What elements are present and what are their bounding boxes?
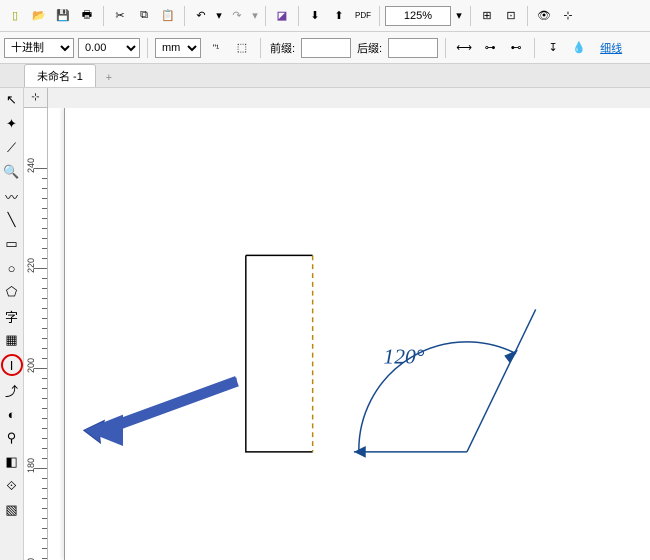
tab-untitled[interactable]: 未命名 -1 <box>24 64 96 87</box>
separator <box>184 6 185 26</box>
separator <box>103 6 104 26</box>
eyedropper-tool[interactable]: ⚲ <box>2 428 22 448</box>
drawing-content: 120° <box>48 108 650 560</box>
dim-tool3-icon[interactable]: ⊷ <box>505 37 527 59</box>
line-tool[interactable]: ╲ <box>2 210 22 230</box>
canvas-area: ⊹ 280260240220200180 240220200180160 <box>24 88 650 560</box>
dim-tool1-icon[interactable]: ⟷ <box>453 37 475 59</box>
shape-tool[interactable]: ✦ <box>2 114 22 134</box>
fill-tool[interactable]: ◧ <box>2 452 22 472</box>
separator <box>147 38 148 58</box>
thin-line-link[interactable]: 细线 <box>600 40 622 56</box>
drawing-canvas[interactable]: 120° <box>48 108 650 560</box>
snap2-icon[interactable]: ⊡ <box>500 5 522 27</box>
dim-tool2-icon[interactable]: ⊶ <box>479 37 501 59</box>
number-format-select[interactable]: 十进制 <box>4 38 74 58</box>
zoom-level-input[interactable] <box>385 6 451 26</box>
separator <box>298 6 299 26</box>
zoom-dropdown-icon[interactable]: ▾ <box>453 5 465 27</box>
copy-icon[interactable]: ⧉ <box>133 5 155 27</box>
print-icon[interactable]: 🖶 <box>76 5 98 27</box>
save-icon[interactable]: 💾 <box>52 5 74 27</box>
pdf-icon[interactable]: PDF <box>352 5 374 27</box>
redo-dropdown-icon[interactable]: ▾ <box>250 5 260 27</box>
text-tool[interactable]: 字 <box>2 306 22 326</box>
crop-tool[interactable]: ⟋ <box>2 138 22 158</box>
suffix-input[interactable] <box>388 38 438 58</box>
page-edge <box>64 108 66 560</box>
new-file-icon[interactable]: ▯ <box>4 5 26 27</box>
tab-label: 未命名 -1 <box>37 71 83 83</box>
separator <box>379 6 380 26</box>
add-tab-button[interactable]: + <box>100 69 118 87</box>
vertical-ruler[interactable]: 240220200180160 <box>24 108 48 560</box>
pick-tool[interactable]: ↖ <box>2 90 22 110</box>
import-icon[interactable]: ⬇ <box>304 5 326 27</box>
table-tool[interactable]: ▦ <box>2 330 22 350</box>
ellipse-tool[interactable]: ○ <box>2 258 22 278</box>
workspace: ↖ ✦ ⟋ 🔍 〰 ╲ ▭ ○ ⬠ 字 ▦ I ⤴ ◐ ⚲ ◧ ⟐ ▧ ⊹ 28… <box>0 88 650 560</box>
freehand-tool[interactable]: 〰 <box>2 186 22 206</box>
connector-tool[interactable]: ⤴ <box>2 380 22 400</box>
separator <box>445 38 446 58</box>
open-file-icon[interactable]: 📂 <box>28 5 50 27</box>
snap-icon[interactable]: ⊞ <box>476 5 498 27</box>
zoom-tool[interactable]: 🔍 <box>2 162 22 182</box>
separator <box>527 6 528 26</box>
angle-value: 120° <box>383 344 424 368</box>
export-icon[interactable]: ⬆ <box>328 5 350 27</box>
precision-select[interactable]: 0.00 <box>78 38 140 58</box>
main-toolbar: ▯ 📂 💾 🖶 ✂ ⧉ 📋 ↶ ▾ ↷ ▾ ◪ ⬇ ⬆ PDF ▾ ⊞ ⊡ 👁 … <box>0 0 650 32</box>
undo-icon[interactable]: ↶ <box>190 5 212 27</box>
transparency-tool[interactable]: ▧ <box>2 500 22 520</box>
suffix-label: 后缀: <box>357 40 382 56</box>
drop-icon[interactable]: 💧 <box>568 37 590 59</box>
polygon-tool[interactable]: ⬠ <box>2 282 22 302</box>
dimension-tool[interactable]: I <box>1 354 23 376</box>
interactive-tool[interactable]: ⟐ <box>2 476 22 496</box>
ruler-origin[interactable]: ⊹ <box>24 88 48 108</box>
prefix-input[interactable] <box>301 38 351 58</box>
paste-icon[interactable]: 📋 <box>157 5 179 27</box>
cut-icon[interactable]: ✂ <box>109 5 131 27</box>
leader-icon[interactable]: ↧ <box>542 37 564 59</box>
document-tab-bar: 未命名 -1 + <box>0 64 650 88</box>
show-units-icon[interactable]: "¹ <box>205 37 227 59</box>
separator <box>260 38 261 58</box>
app-icon[interactable]: ◪ <box>271 5 293 27</box>
separator <box>470 6 471 26</box>
separator <box>534 38 535 58</box>
separator <box>265 6 266 26</box>
dim-style-icon[interactable]: ⬚ <box>231 37 253 59</box>
view-icon[interactable]: 👁 <box>533 5 555 27</box>
redo-icon[interactable]: ↷ <box>226 5 248 27</box>
unit-select[interactable]: mm <box>155 38 201 58</box>
guides-icon[interactable]: ⊹ <box>557 5 579 27</box>
effects-tool[interactable]: ◐ <box>2 404 22 424</box>
rectangle-tool[interactable]: ▭ <box>2 234 22 254</box>
undo-dropdown-icon[interactable]: ▾ <box>214 5 224 27</box>
dimension-toolbar: 十进制 0.00 mm "¹ ⬚ 前缀: 后缀: ⟷ ⊶ ⊷ ↧ 💧 细线 <box>0 32 650 64</box>
left-toolbox: ↖ ✦ ⟋ 🔍 〰 ╲ ▭ ○ ⬠ 字 ▦ I ⤴ ◐ ⚲ ◧ ⟐ ▧ <box>0 88 24 560</box>
prefix-label: 前缀: <box>270 40 295 56</box>
